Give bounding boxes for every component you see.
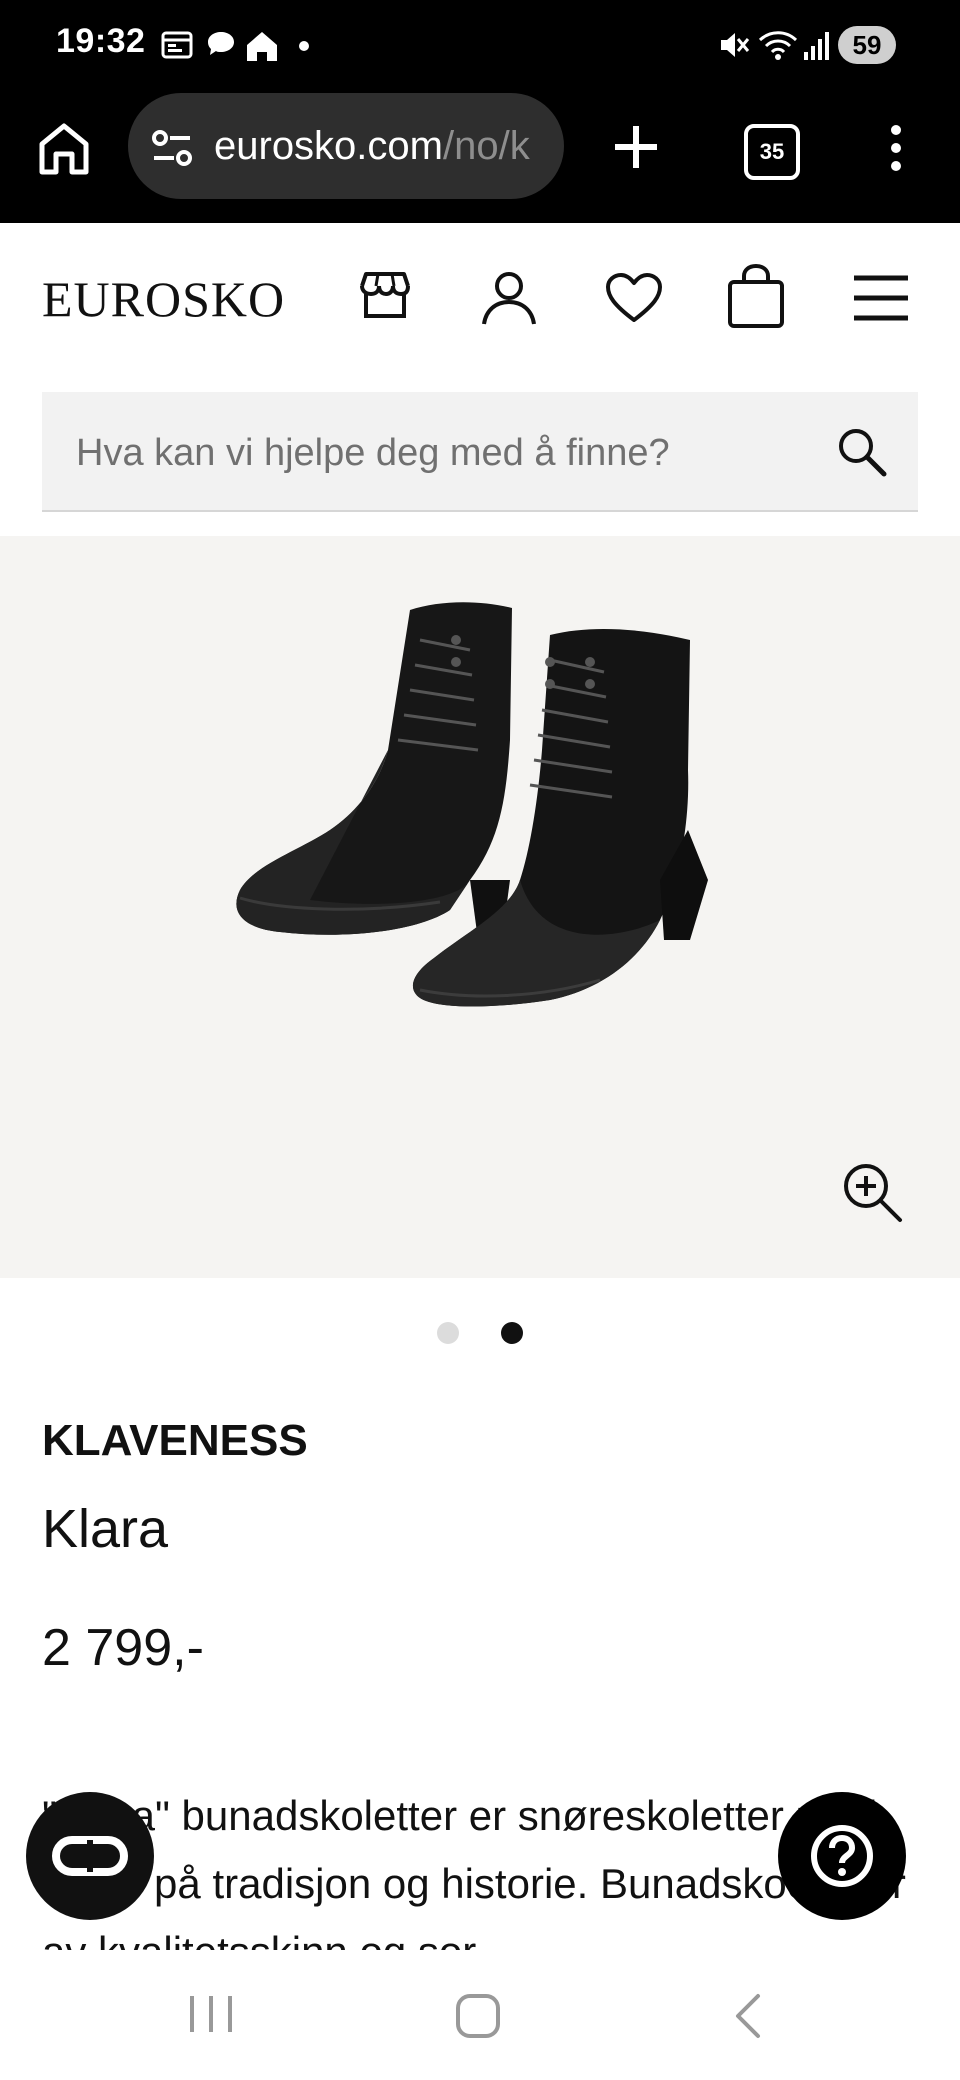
gallery-dot-2[interactable] bbox=[501, 1322, 523, 1344]
store-icon[interactable] bbox=[356, 266, 414, 324]
url-path: /no/k bbox=[442, 124, 530, 168]
account-icon[interactable] bbox=[478, 266, 540, 328]
gallery-dot-1[interactable] bbox=[437, 1322, 459, 1344]
home-nav-icon[interactable] bbox=[454, 1992, 502, 2040]
back-icon[interactable] bbox=[730, 1992, 766, 2040]
plus-icon[interactable] bbox=[608, 116, 664, 178]
help-button[interactable] bbox=[778, 1792, 906, 1920]
menu-icon[interactable] bbox=[852, 272, 910, 324]
search-bar bbox=[42, 392, 918, 512]
url-text[interactable]: eurosko.com/no/k bbox=[214, 124, 544, 169]
more-vert-icon[interactable] bbox=[884, 118, 908, 178]
chat-bubble-icon bbox=[208, 32, 234, 55]
status-time: 19:32 bbox=[56, 22, 146, 60]
chat-toggle-button[interactable] bbox=[26, 1792, 154, 1920]
heart-icon[interactable] bbox=[604, 272, 664, 324]
home-notification-icon bbox=[247, 32, 277, 61]
battery-icon: 59 bbox=[838, 26, 896, 64]
product-brand[interactable]: KLAVENESS bbox=[42, 1416, 308, 1466]
recent-apps-icon[interactable] bbox=[186, 1992, 236, 2036]
help-icon bbox=[811, 1825, 873, 1887]
home-icon[interactable] bbox=[36, 118, 92, 178]
signal-icon bbox=[804, 32, 829, 60]
product-price: 2 799,- bbox=[42, 1619, 204, 1677]
product-name: Klara bbox=[42, 1499, 169, 1559]
eurosko-logo[interactable]: EUROSKO bbox=[42, 270, 285, 328]
wifi-icon bbox=[758, 31, 798, 60]
bag-icon[interactable] bbox=[726, 262, 786, 330]
dot-icon bbox=[299, 41, 309, 51]
calendar-icon bbox=[161, 31, 193, 59]
search-input[interactable] bbox=[74, 422, 818, 484]
product-image[interactable] bbox=[220, 580, 720, 1050]
zoom-in-icon[interactable] bbox=[840, 1160, 904, 1224]
chat-toggle-icon bbox=[52, 1836, 128, 1876]
site-settings-icon[interactable] bbox=[150, 128, 194, 168]
tab-switcher-button[interactable]: 35 bbox=[744, 124, 800, 180]
url-domain: eurosko.com bbox=[214, 124, 443, 168]
search-icon[interactable] bbox=[836, 426, 888, 478]
mute-icon bbox=[721, 33, 750, 57]
